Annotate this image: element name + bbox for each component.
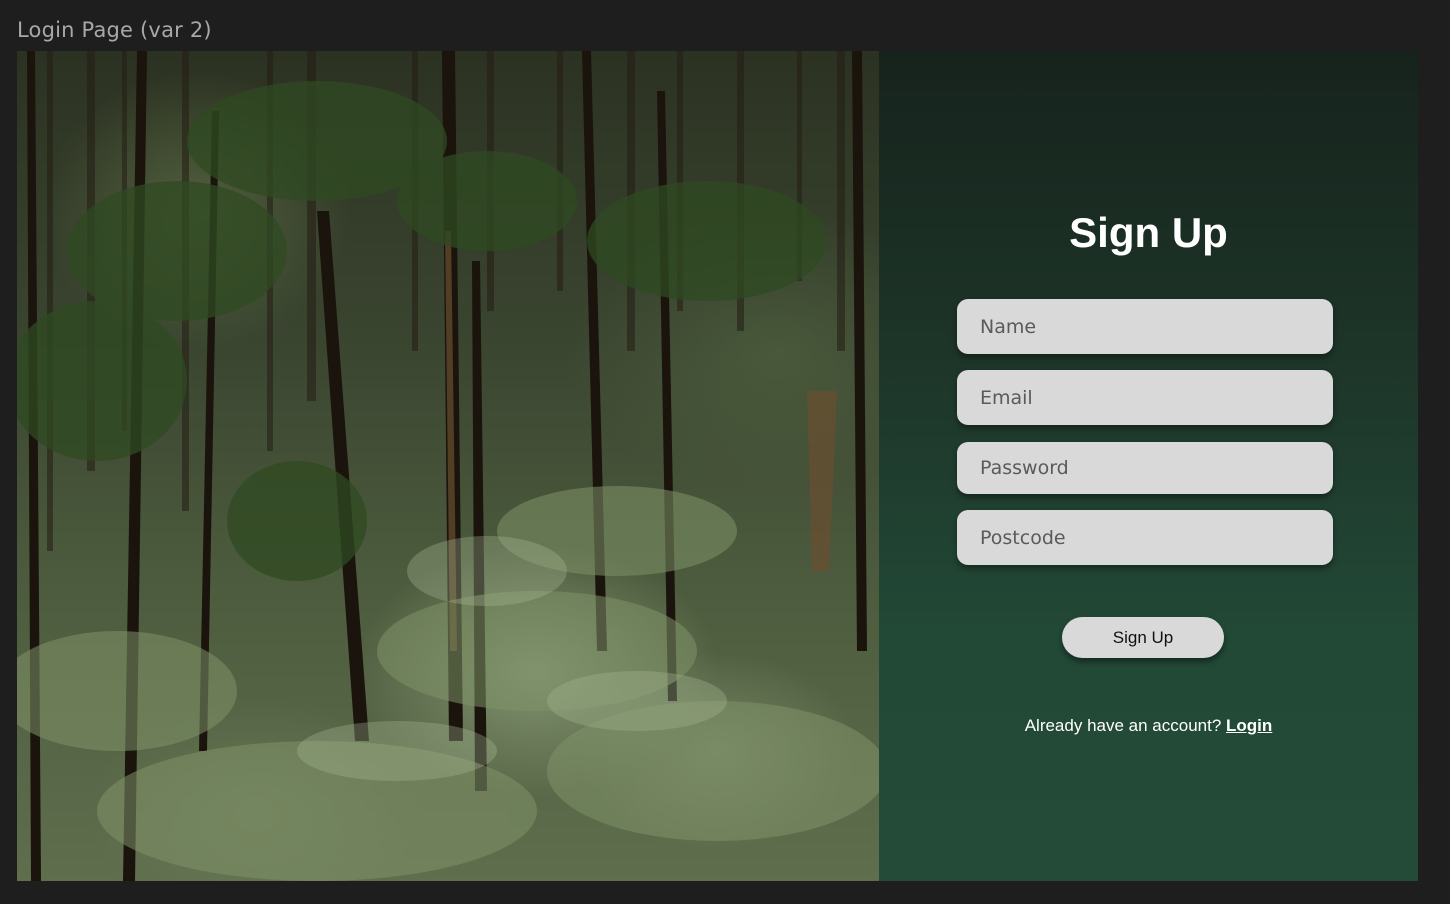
postcode-field[interactable]: [957, 510, 1333, 565]
signup-title: Sign Up: [1069, 209, 1228, 256]
login-page-frame: Sign Up Sign Up Already have an account?…: [17, 51, 1418, 881]
forest-image: [17, 51, 879, 881]
login-link[interactable]: Login: [1226, 716, 1272, 735]
name-field[interactable]: [957, 299, 1333, 354]
email-field[interactable]: [957, 370, 1333, 425]
password-field[interactable]: [957, 442, 1333, 494]
forest-illustration: [17, 51, 879, 881]
login-prompt-text: Already have an account?: [1024, 716, 1222, 735]
login-prompt-line: Already have an account? Login: [879, 716, 1418, 736]
frame-label: Login Page (var 2): [17, 18, 212, 42]
sign-up-button[interactable]: Sign Up: [1062, 617, 1224, 658]
signup-panel: Sign Up Sign Up Already have an account?…: [879, 51, 1418, 881]
